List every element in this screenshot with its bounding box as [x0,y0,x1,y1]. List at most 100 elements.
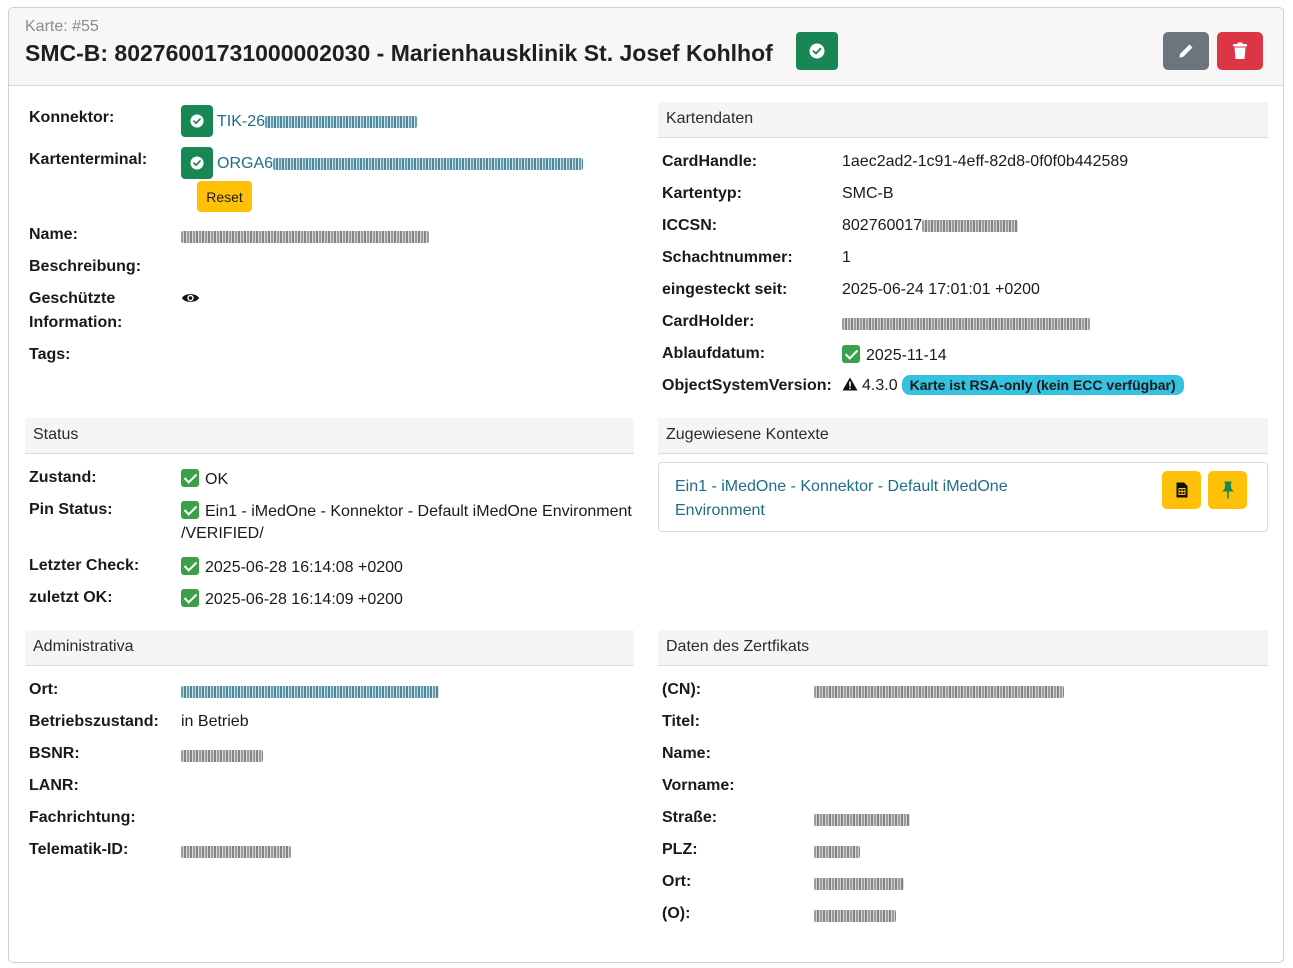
konnektor-link[interactable]: TIK-26 [217,113,418,131]
redacted-text [814,685,1064,698]
pin-status-value: Ein1 - iMedOne - Konnektor - Default iMe… [181,501,632,521]
redacted-text [265,115,418,128]
name-value [181,228,429,246]
cardhandle-value: 1aec2ad2-1c91-4eff-82d8-0f0f0b442589 [842,153,1129,170]
rsa-only-badge: Karte ist RSA-only (kein ECC verfügbar) [901,375,1184,395]
zuletzt-ok-label: zuletzt OK: [29,589,113,606]
zert-ort-label: Ort: [662,873,692,890]
vorname-label: Vorname: [662,777,735,794]
check-circle-icon [190,114,204,128]
cn-label: (CN): [662,681,702,698]
pin-icon [1221,481,1234,499]
check-circle-icon [190,156,204,170]
bsnr-value [181,747,263,765]
check-mark-icon [181,557,199,575]
geschuetzte-label-2: Information: [29,314,123,331]
redacted-text [814,909,896,922]
status-badge [796,32,838,70]
kartendaten-heading: Kartendaten [658,102,1268,138]
zustand-label: Zustand: [29,469,97,486]
delete-button[interactable] [1217,32,1263,70]
ablaufdatum-value: 2025-11-14 [842,345,947,365]
name-label: Name: [29,226,78,243]
titel-label: Titel: [662,713,700,730]
status-heading: Status [25,418,634,454]
cn-value [814,683,1064,701]
letzter-check-value: 2025-06-28 16:14:08 +0200 [181,557,403,577]
redacted-text [814,877,904,890]
kontext-link-line-2: Environment [675,502,765,519]
letzter-check-label: Letzter Check: [29,557,140,574]
cardholder-value [842,315,1090,333]
pin-status-label: Pin Status: [29,501,113,518]
kartenterminal-link[interactable]: ORGA6 [217,155,584,173]
kartenterminal-value: ORGA6 [217,155,274,172]
eingesteckt-value: 2025-06-24 17:01:01 +0200 [842,281,1040,298]
strasse-value [814,811,910,829]
osv-value: 4.3.0 Karte ist RSA-only (kein ECC verfüg… [842,375,1184,395]
redacted-text [181,749,263,762]
kartendaten-label: Schachtnummer: [662,249,793,266]
plz-value [814,843,860,861]
kartentyp-value: SMC-B [842,185,894,202]
redacted-text [842,317,1090,330]
ort-link[interactable] [181,683,439,701]
pin-status-verified: /VERIFIED/ [181,525,264,542]
redacted-text [181,845,291,858]
redacted-text [273,157,584,170]
zustand-text: OK [205,471,229,488]
kartenterminal-label: Kartenterminal: [29,151,148,168]
kartendaten-label: CardHolder: [662,313,755,330]
fachrichtung-label: Fachrichtung: [29,809,136,826]
check-mark-icon [842,345,860,363]
pencil-icon [1179,44,1193,58]
kontext-item: Ein1 - iMedOne - Konnektor - Default iMe… [658,462,1268,532]
card-header: Karte: #55 SMC-B: 80276001731000002030 -… [9,8,1283,86]
plz-label: PLZ: [662,841,698,858]
beschreibung-label: Beschreibung: [29,258,142,275]
card: Karte: #55 SMC-B: 80276001731000002030 -… [8,7,1284,963]
osv-text: 4.3.0 [862,377,898,394]
kartendaten-label: Ablaufdatum: [662,345,766,362]
zertifikat-heading: Daten des Zertfikats [658,630,1268,666]
edit-button[interactable] [1163,32,1209,70]
lanr-label: LANR: [29,777,79,794]
warning-icon [842,377,858,391]
check-mark-icon [181,469,199,487]
kartendaten-label: eingesteckt seit: [662,281,788,298]
konnektor-label: Konnektor: [29,109,115,126]
ablaufdatum-text: 2025-11-14 [866,347,947,364]
zuletzt-ok-text: 2025-06-28 16:14:09 +0200 [205,591,403,608]
kartendaten-label: ICCSN: [662,217,718,234]
o-label: (O): [662,905,691,922]
page-title: SMC-B: 80276001731000002030 - Marienhaus… [25,40,773,66]
zert-name-label: Name: [662,745,711,762]
pin-button[interactable] [1208,471,1247,509]
sim-card-icon [1176,482,1187,498]
check-circle-icon [809,43,825,59]
administrativa-heading: Administrativa [25,630,634,666]
trash-icon [1233,42,1247,59]
kontexte-heading: Zugewiesene Kontexte [658,418,1268,454]
kartendaten-label: ObjectSystemVersion: [662,377,832,394]
reset-button[interactable]: Reset [197,181,252,212]
betriebszustand-value: in Betrieb [181,713,249,730]
kontext-link[interactable]: Ein1 - iMedOne - Konnektor - Default iMe… [675,475,1055,523]
bsnr-label: BSNR: [29,745,80,762]
telematik-id-label: Telematik-ID: [29,841,129,858]
sim-card-button[interactable] [1162,471,1201,509]
kartendaten-label: Kartentyp: [662,185,743,202]
redacted-text [814,845,860,858]
iccsn-text: 802760017 [842,217,923,234]
redacted-text [814,813,910,826]
ort-label: Ort: [29,681,59,698]
zuletzt-ok-value: 2025-06-28 16:14:09 +0200 [181,589,403,609]
show-protected-button[interactable] [181,291,200,310]
tags-label: Tags: [29,346,71,363]
eye-icon [181,294,200,302]
iccsn-value: 802760017 [842,217,1019,235]
telematik-id-value [181,843,291,861]
kontext-link-line-1: Ein1 - iMedOne - Konnektor - Default iMe… [675,478,1008,495]
kartendaten-label: CardHandle: [662,153,758,170]
pin-status-text: Ein1 - iMedOne - Konnektor - Default iMe… [205,503,632,520]
